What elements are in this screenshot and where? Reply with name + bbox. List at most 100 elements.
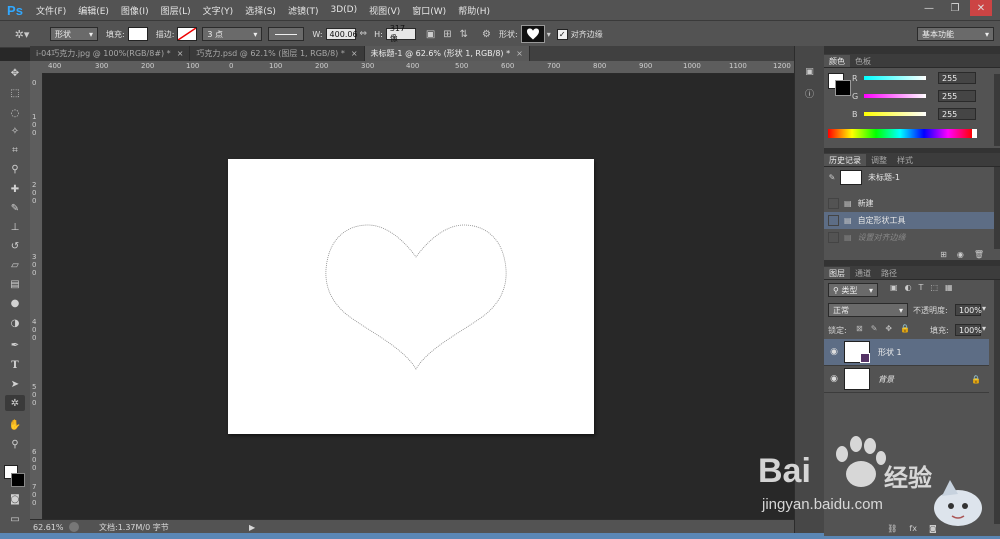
zoom-level[interactable]: 62.61% <box>33 523 67 532</box>
add-mask-icon[interactable]: ◙ <box>929 524 937 536</box>
blue-value-input[interactable]: 255 <box>938 108 976 120</box>
layers-scrollbar[interactable] <box>994 280 1000 524</box>
height-input[interactable]: 317 像 <box>385 24 416 43</box>
tab-swatches[interactable]: 色板 <box>850 55 876 67</box>
chevron-down-icon[interactable]: ▾ <box>982 304 986 313</box>
visibility-eye-icon[interactable]: ◉ <box>824 347 844 357</box>
tab-document-3[interactable]: 未标题-1 @ 62.6% (形状 1, RGB/8) * × <box>364 46 530 61</box>
menu-image[interactable]: 图像(I) <box>115 4 155 17</box>
tab-paths[interactable]: 路径 <box>876 267 902 279</box>
layer-filter-select[interactable]: ⚲ 类型 ▾ <box>828 283 878 297</box>
heart-shape-path[interactable] <box>228 159 594 434</box>
menu-filter[interactable]: 滤镜(T) <box>282 4 325 17</box>
align-edges-checkbox[interactable]: ✓ <box>556 28 568 40</box>
tab-color[interactable]: 颜色 <box>824 55 850 67</box>
move-tool-icon[interactable]: ✥ <box>5 65 25 81</box>
custom-shape-tool-preset-icon[interactable]: ✲▾ <box>0 28 44 41</box>
type-filter-icon[interactable]: T <box>919 283 924 292</box>
screen-mode-icon[interactable]: ▭ <box>5 511 25 527</box>
history-item[interactable]: ▤ 新建 <box>824 195 995 212</box>
camera-icon[interactable]: ◉ <box>957 250 964 259</box>
quick-mask-icon[interactable]: ◙ <box>5 491 25 507</box>
stroke-swatch[interactable] <box>177 27 198 41</box>
path-operations-icon[interactable]: ▣ <box>426 29 435 40</box>
tab-adjustments[interactable]: 调整 <box>866 154 892 166</box>
pen-tool-icon[interactable]: ✒ <box>5 337 25 353</box>
eraser-tool-icon[interactable]: ▱ <box>5 257 25 273</box>
red-gradient-track[interactable] <box>864 76 926 80</box>
blur-tool-icon[interactable]: ● <box>5 295 25 311</box>
lock-pixels-icon[interactable]: ✎ <box>871 324 878 333</box>
layer-row-shape-1[interactable]: ◉ 形状 1 <box>824 339 989 366</box>
history-checkbox[interactable] <box>828 198 839 209</box>
visibility-eye-icon[interactable]: ◉ <box>824 374 844 384</box>
eyedropper-tool-icon[interactable]: ⚲ <box>5 161 25 177</box>
menu-edit[interactable]: 编辑(E) <box>72 4 115 17</box>
ruler-origin[interactable] <box>30 61 45 73</box>
history-snapshot[interactable]: ✎ 未标题-1 <box>824 169 995 186</box>
smart-object-filter-icon[interactable]: ▦ <box>945 283 953 292</box>
menu-layer[interactable]: 图层(L) <box>155 4 197 17</box>
document-canvas[interactable] <box>228 159 594 434</box>
healing-brush-tool-icon[interactable]: ✚ <box>5 181 25 197</box>
menu-select[interactable]: 选择(S) <box>239 4 282 17</box>
close-icon[interactable]: ✕ <box>970 0 992 16</box>
menu-3d[interactable]: 3D(D) <box>324 5 363 15</box>
chevron-down-icon[interactable]: ▾ <box>982 324 986 333</box>
lock-transparency-icon[interactable]: ⊠ <box>856 324 863 333</box>
lock-all-icon[interactable]: 🔒 <box>900 324 910 333</box>
close-tab-icon[interactable]: × <box>516 49 523 58</box>
layer-name[interactable]: 背景 <box>878 374 894 385</box>
tab-styles[interactable]: 样式 <box>892 154 918 166</box>
link-icon[interactable]: ⇔ <box>360 29 368 39</box>
tab-layers[interactable]: 图层 <box>824 267 850 279</box>
history-item-selected[interactable]: ▤ 自定形状工具 <box>824 212 995 229</box>
red-channel-slider[interactable]: R 255 <box>852 71 976 85</box>
custom-shape-tool-icon[interactable]: ✲ <box>5 395 25 411</box>
layer-name[interactable]: 形状 1 <box>878 347 902 358</box>
tab-channels[interactable]: 通道 <box>850 267 876 279</box>
tab-history[interactable]: 历史记录 <box>824 154 866 166</box>
fill-swatch[interactable] <box>127 27 148 41</box>
shape-filter-icon[interactable]: ⬚ <box>930 283 938 292</box>
hand-tool-icon[interactable]: ✋ <box>5 417 25 433</box>
dodge-tool-icon[interactable]: ◑ <box>5 315 25 331</box>
shape-picker[interactable] <box>520 25 545 43</box>
history-checkbox[interactable] <box>828 215 839 226</box>
clone-stamp-tool-icon[interactable]: ⊥ <box>5 219 25 235</box>
trash-icon[interactable]: 🗑 <box>974 250 984 259</box>
panel-icon-1[interactable]: ▣ <box>801 64 818 79</box>
quick-select-tool-icon[interactable]: ✧ <box>5 123 25 139</box>
blue-gradient-track[interactable] <box>864 112 926 116</box>
blue-channel-slider[interactable]: B 255 <box>852 107 976 121</box>
green-channel-slider[interactable]: G 255 <box>852 89 976 103</box>
path-arrangement-icon[interactable]: ⇅ <box>460 29 468 40</box>
stroke-width-select[interactable]: 3 点 ▾ <box>202 27 263 41</box>
fill-input[interactable]: 100% <box>955 324 982 336</box>
vertical-ruler[interactable]: 0 1 0 0 2 0 0 3 0 0 4 0 0 5 0 0 6 0 0 7 … <box>30 73 43 519</box>
type-tool-icon[interactable]: T <box>5 357 25 373</box>
color-spectrum-bar[interactable] <box>828 129 972 138</box>
panel-scrollbar[interactable] <box>994 74 1000 146</box>
panel-dock-handle[interactable] <box>824 46 1000 54</box>
history-scrollbar[interactable] <box>994 167 1000 249</box>
layer-row-background[interactable]: ◉ 背景 🔒 <box>824 366 989 393</box>
status-menu-arrow-icon[interactable]: ▶ <box>249 523 255 532</box>
green-value-input[interactable]: 255 <box>938 90 976 102</box>
menu-file[interactable]: 文件(F) <box>30 4 72 17</box>
close-tab-icon[interactable]: × <box>177 49 184 58</box>
gear-icon[interactable]: ⚙ <box>482 29 491 40</box>
path-selection-tool-icon[interactable]: ➤ <box>5 376 25 392</box>
pixel-filter-icon[interactable]: ▣ <box>890 283 898 292</box>
blend-mode-select[interactable]: 正常 ▾ <box>828 303 908 317</box>
menu-help[interactable]: 帮助(H) <box>452 4 496 17</box>
menu-type[interactable]: 文字(Y) <box>197 4 240 17</box>
menu-view[interactable]: 视图(V) <box>363 4 406 17</box>
minimize-icon[interactable]: — <box>918 0 940 16</box>
brush-tool-icon[interactable]: ✎ <box>5 200 25 216</box>
background-color-swatch[interactable] <box>11 473 25 487</box>
marquee-tool-icon[interactable]: ⬚ <box>5 85 25 101</box>
background-color-swatch[interactable] <box>835 80 851 96</box>
history-brush-tool-icon[interactable]: ↺ <box>5 238 25 254</box>
horizontal-ruler[interactable]: 400 300 200 100 0 100 200 300 400 500 60… <box>45 61 794 74</box>
